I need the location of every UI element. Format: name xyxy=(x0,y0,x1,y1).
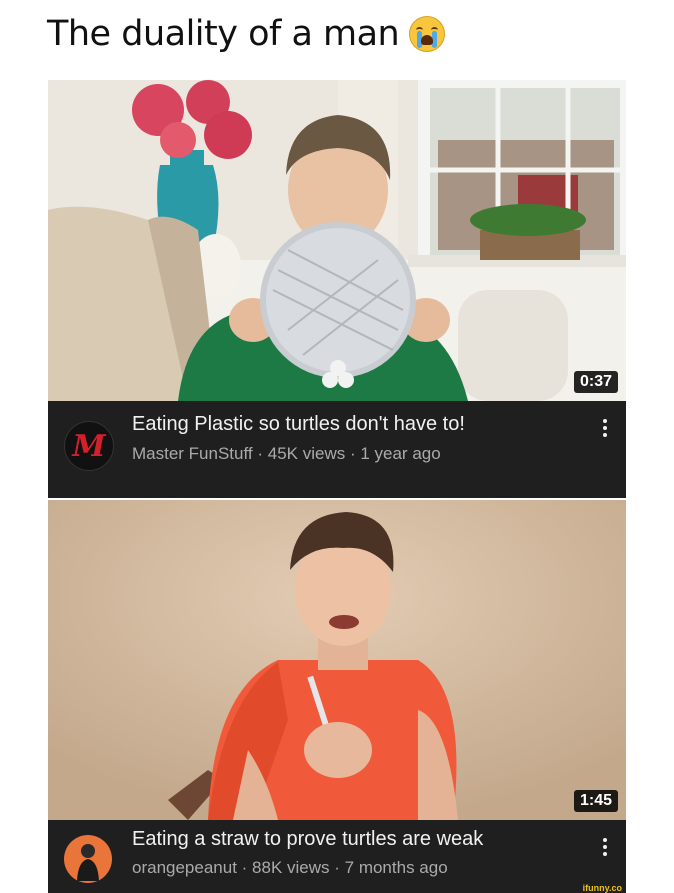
video-meta-2: Eating a straw to prove turtles are weak… xyxy=(48,820,626,893)
video-subtitle-1: Master FunStuff · 45K views · 1 year ago xyxy=(132,444,441,464)
video-duration-badge-2: 1:45 xyxy=(573,790,618,812)
avatar-letter-1: M xyxy=(72,428,106,464)
video-thumbnail-2[interactable]: 1:45 xyxy=(48,500,626,820)
meme-caption-text: The duality of a man xyxy=(47,14,400,54)
upload-age-1: 1 year ago xyxy=(360,444,441,463)
video-card-1[interactable]: 0:37 M Eating Plastic so turtles don't h… xyxy=(48,80,626,498)
view-count-1: 45K views xyxy=(267,444,346,463)
video-duration-badge-1: 0:37 xyxy=(573,371,618,393)
loudly-crying-face-icon xyxy=(409,16,446,52)
meme-caption: The duality of a man xyxy=(47,14,446,54)
video-title-2[interactable]: Eating a straw to prove turtles are weak xyxy=(132,828,483,851)
separator: · xyxy=(252,444,268,463)
upload-age-2: 7 months ago xyxy=(344,858,448,877)
separator: · xyxy=(236,858,253,877)
channel-avatar-1[interactable]: M xyxy=(64,421,114,471)
channel-avatar-2[interactable] xyxy=(64,835,112,883)
thumbnail-image-man-with-straw xyxy=(48,500,626,820)
video-card-2[interactable]: 1:45 Eating a straw to prove turtles are… xyxy=(48,500,626,893)
video-meta-1: M Eating Plastic so turtles don't have t… xyxy=(48,401,626,498)
video-title-1[interactable]: Eating Plastic so turtles don't have to! xyxy=(132,413,465,436)
view-count-2: 88K views xyxy=(252,858,330,877)
watermark: ifunny.co xyxy=(578,883,626,893)
more-options-icon[interactable] xyxy=(602,838,608,856)
video-subtitle-2: orangepeanut · 88K views · 7 months ago xyxy=(132,858,448,878)
channel-name-1[interactable]: Master FunStuff xyxy=(132,444,253,463)
thumbnail-image-boy-with-plastic-plate xyxy=(48,80,626,401)
avatar-person-icon xyxy=(77,844,99,881)
more-options-icon[interactable] xyxy=(602,419,608,437)
channel-name-2[interactable]: orangepeanut xyxy=(132,858,237,877)
separator: · xyxy=(345,444,361,463)
video-thumbnail-1[interactable]: 0:37 xyxy=(48,80,626,401)
separator: · xyxy=(329,858,345,877)
